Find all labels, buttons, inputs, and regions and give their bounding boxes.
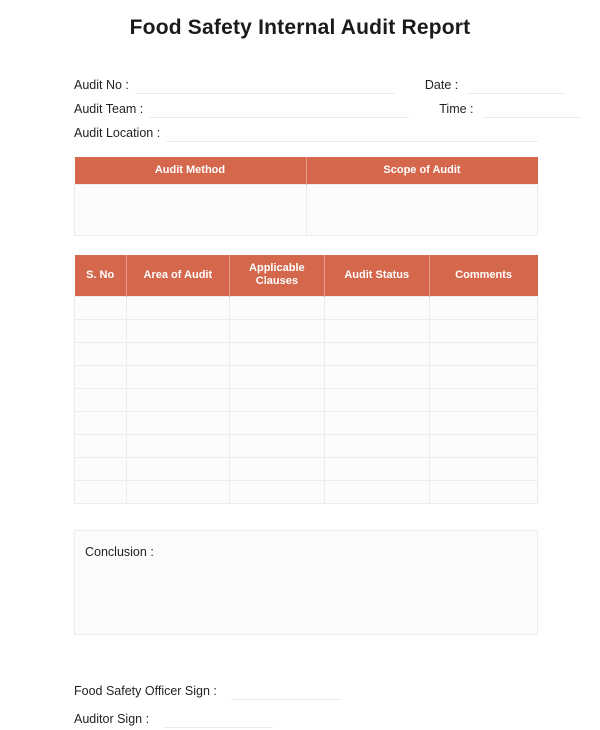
column-header-scope-of-audit: Scope of Audit (306, 157, 538, 185)
audit-team-row: Audit Team : Time : (74, 94, 582, 118)
table-cell[interactable] (228, 318, 325, 343)
table-row (74, 184, 538, 237)
table-cell[interactable] (74, 479, 127, 504)
auditor-sign-label: Auditor Sign : (74, 712, 150, 726)
officer-sign-row: Food Safety Officer Sign : (74, 672, 538, 700)
table-cell[interactable] (74, 318, 127, 343)
audit-no-input[interactable] (134, 77, 395, 94)
auditor-sign-row: Auditor Sign : (74, 700, 538, 728)
table-cell[interactable] (74, 456, 127, 481)
table-cell[interactable] (428, 318, 539, 343)
table-cell[interactable] (74, 387, 127, 412)
table-row (74, 364, 539, 389)
table-cell[interactable] (74, 295, 127, 320)
cell-audit-method[interactable] (74, 184, 307, 237)
table-cell[interactable] (74, 433, 127, 458)
time-input[interactable] (481, 101, 582, 118)
audit-findings-table: S. No Area of Audit Applicable Clauses A… (74, 255, 539, 504)
table-cell[interactable] (428, 433, 539, 458)
table-row (74, 387, 539, 412)
auditor-sign-input[interactable] (163, 712, 274, 728)
cell-scope-of-audit[interactable] (305, 184, 538, 237)
table-cell[interactable] (125, 456, 230, 481)
audit-team-label: Audit Team : (74, 102, 144, 116)
table-cell[interactable] (74, 410, 127, 435)
table-cell[interactable] (428, 341, 539, 366)
table-cell[interactable] (323, 479, 430, 504)
page-title: Food Safety Internal Audit Report (129, 16, 471, 39)
table-cell[interactable] (228, 410, 325, 435)
table-cell[interactable] (125, 364, 230, 389)
table-cell[interactable] (228, 295, 325, 320)
table-cell[interactable] (125, 433, 230, 458)
findings-table-body (74, 295, 539, 504)
table-row (74, 410, 539, 435)
table-cell[interactable] (323, 410, 430, 435)
table-cell[interactable] (125, 387, 230, 412)
audit-method-table: Audit Method Scope of Audit (74, 157, 538, 237)
table-cell[interactable] (228, 364, 325, 389)
audit-meta-fields: Audit No : Date : Audit Team : Time : Au… (74, 70, 582, 142)
table-row (74, 318, 539, 343)
table-cell[interactable] (323, 456, 430, 481)
date-label: Date : (424, 78, 459, 92)
date-input[interactable] (466, 77, 567, 94)
audit-team-input[interactable] (149, 101, 410, 118)
column-header-area-of-audit: Area of Audit (126, 255, 230, 297)
audit-report-page: Food Safety Internal Audit Report Audit … (0, 0, 600, 730)
table-cell[interactable] (323, 364, 430, 389)
table-cell[interactable] (323, 387, 430, 412)
table-cell[interactable] (74, 364, 127, 389)
table-cell[interactable] (428, 410, 539, 435)
food-safety-officer-sign-label: Food Safety Officer Sign : (74, 684, 217, 698)
column-header-audit-status: Audit Status (324, 255, 430, 297)
table-cell[interactable] (428, 479, 539, 504)
table-cell[interactable] (428, 295, 539, 320)
table-cell[interactable] (323, 433, 430, 458)
table-header-row: Audit Method Scope of Audit (74, 157, 538, 185)
table-cell[interactable] (125, 318, 230, 343)
conclusion-box[interactable]: Conclusion : (74, 530, 538, 635)
column-header-comments: Comments (429, 255, 538, 297)
table-row (74, 295, 539, 320)
table-cell[interactable] (228, 456, 325, 481)
table-header-row: S. No Area of Audit Applicable Clauses A… (74, 255, 538, 297)
column-header-audit-method: Audit Method (74, 157, 307, 185)
table-cell[interactable] (323, 341, 430, 366)
table-row (74, 479, 539, 504)
column-header-s-no: S. No (74, 255, 127, 297)
table-cell[interactable] (228, 479, 325, 504)
audit-location-input[interactable] (166, 125, 538, 142)
table-row (74, 433, 539, 458)
table-cell[interactable] (228, 341, 325, 366)
table-cell[interactable] (428, 387, 539, 412)
table-cell[interactable] (323, 318, 430, 343)
audit-no-label: Audit No : (74, 78, 129, 92)
signature-section: Food Safety Officer Sign : Auditor Sign … (74, 672, 538, 728)
table-cell[interactable] (228, 387, 325, 412)
time-label: Time : (439, 102, 474, 116)
table-cell[interactable] (125, 410, 230, 435)
audit-location-row: Audit Location : (74, 118, 538, 142)
table-cell[interactable] (74, 341, 127, 366)
food-safety-officer-sign-input[interactable] (230, 684, 341, 700)
table-cell[interactable] (228, 433, 325, 458)
table-cell[interactable] (125, 341, 230, 366)
column-header-applicable-clauses: Applicable Clauses (229, 255, 325, 297)
table-cell[interactable] (125, 295, 230, 320)
table-cell[interactable] (428, 456, 539, 481)
audit-no-row: Audit No : Date : (74, 70, 567, 94)
table-row (74, 341, 539, 366)
table-cell[interactable] (125, 479, 230, 504)
table-cell[interactable] (428, 364, 539, 389)
table-cell[interactable] (323, 295, 430, 320)
conclusion-label: Conclusion : (85, 545, 154, 559)
audit-location-label: Audit Location : (74, 126, 161, 140)
table-row (74, 456, 539, 481)
